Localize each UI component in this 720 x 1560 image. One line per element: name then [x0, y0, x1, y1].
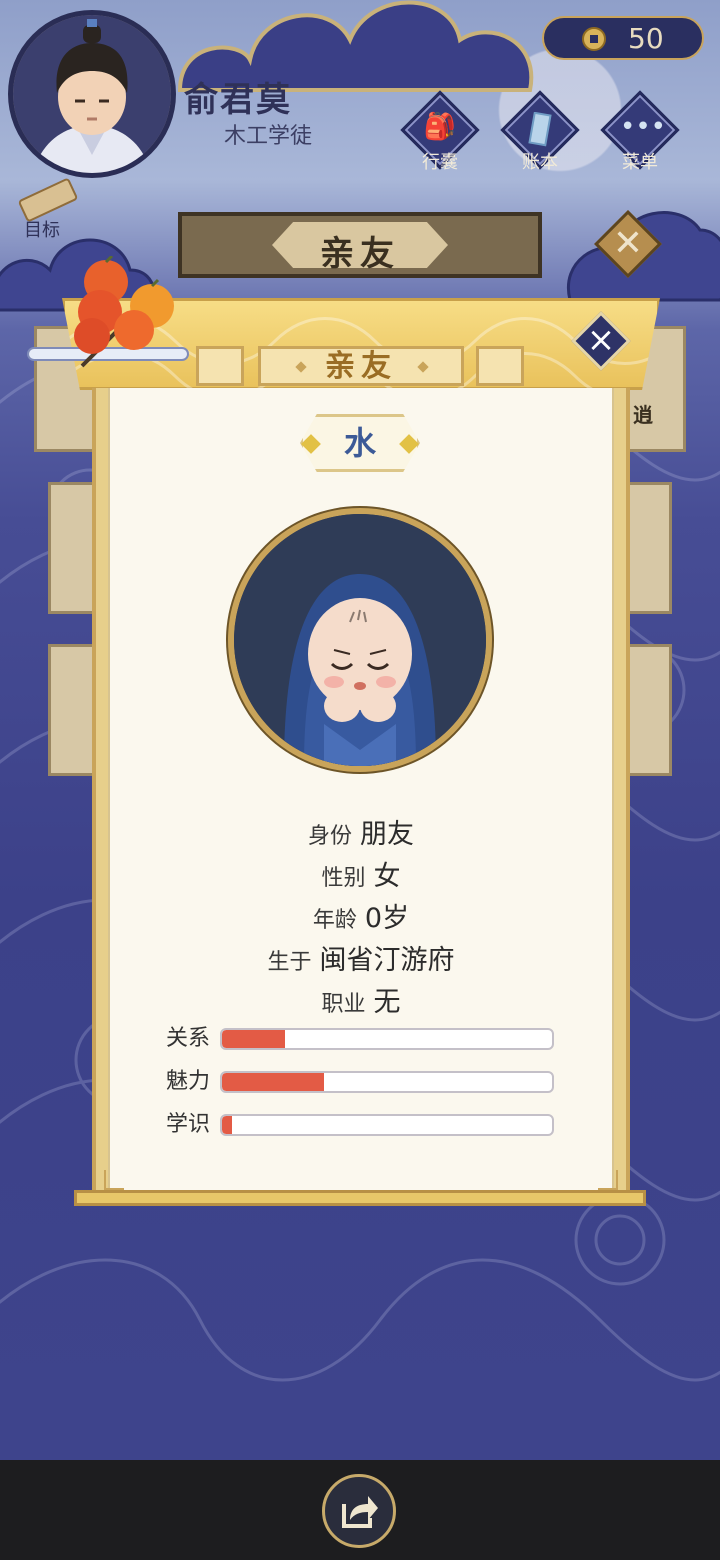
more-icon: ••• — [620, 112, 667, 142]
stat-bar — [220, 1071, 554, 1093]
menu-button[interactable]: ••• 菜单 — [600, 90, 680, 176]
modal-title: 亲友 — [325, 349, 397, 384]
ledger-icon — [520, 111, 560, 148]
modal-bottom-rod — [74, 1190, 646, 1206]
share-icon — [342, 1496, 378, 1528]
stat-bar — [220, 1114, 554, 1136]
stat-knowledge: 学识 — [166, 1112, 566, 1138]
currency-display: 50 — [542, 16, 704, 60]
page-tab-title: 亲友 — [320, 234, 400, 274]
stat-bar-fill — [222, 1116, 232, 1134]
player-avatar[interactable] — [8, 10, 176, 178]
stat-relationship: 关系 — [166, 1026, 566, 1052]
info-gender-label: 性别 — [321, 866, 366, 891]
hooded-child-portrait — [234, 514, 486, 766]
scholar-avatar-icon — [13, 15, 171, 173]
info-birthplace: 生于 闽省汀游府 — [108, 938, 614, 977]
info-identity-label: 身份 — [307, 824, 352, 849]
menu-label: 菜单 — [622, 152, 658, 173]
persimmon-branch-decoration — [27, 256, 189, 368]
stat-bar-fill — [222, 1073, 325, 1091]
stat-label: 关系 — [166, 1026, 211, 1051]
goal-label: 目标 — [24, 220, 60, 241]
modal-title-plate: 亲友 — [258, 346, 464, 386]
stat-label: 学识 — [166, 1112, 211, 1137]
ledger-label: 账本 — [522, 152, 558, 173]
info-age: 年龄 0岁 — [108, 896, 614, 935]
close-icon: × — [586, 320, 616, 360]
friend-card-text: 逍 — [633, 403, 653, 427]
bag-label: 行囊 — [422, 152, 458, 173]
currency-value: 50 — [628, 22, 664, 55]
bag-icon: 🎒 — [423, 112, 457, 142]
info-occupation: 职业无 — [108, 980, 614, 1019]
info-gender: 性别女 — [108, 854, 614, 893]
character-name: 水 — [343, 424, 376, 462]
info-identity: 身份 朋友 — [108, 812, 614, 851]
stat-label: 魅力 — [166, 1069, 211, 1094]
player-name: 俞君莫 — [184, 80, 292, 120]
share-button[interactable] — [322, 1474, 396, 1548]
info-gender-value: 女 — [373, 861, 401, 892]
bag-button[interactable]: 🎒 行囊 — [400, 90, 480, 176]
info-birthplace-value: 闽省汀游府 — [319, 945, 455, 976]
player-title: 木工学徒 — [224, 124, 313, 149]
page-tab-banner: 亲友 — [178, 212, 542, 278]
info-identity-value: 朋友 — [360, 819, 414, 850]
info-age-value: 0岁 — [364, 903, 410, 934]
stat-bar — [220, 1028, 554, 1050]
character-portrait — [228, 508, 492, 772]
close-icon: ✕ — [612, 223, 644, 264]
info-birthplace-label: 生于 — [267, 950, 312, 975]
goal-button[interactable]: 目标 — [14, 177, 84, 241]
info-age-label: 年龄 — [312, 908, 357, 933]
stat-bar-fill — [222, 1030, 285, 1048]
info-occupation-label: 职业 — [321, 992, 366, 1017]
copper-coin-icon — [582, 27, 606, 51]
stat-charm: 魅力 — [166, 1069, 566, 1095]
ledger-button[interactable]: 账本 — [500, 90, 580, 176]
info-occupation-value: 无 — [373, 987, 401, 1018]
